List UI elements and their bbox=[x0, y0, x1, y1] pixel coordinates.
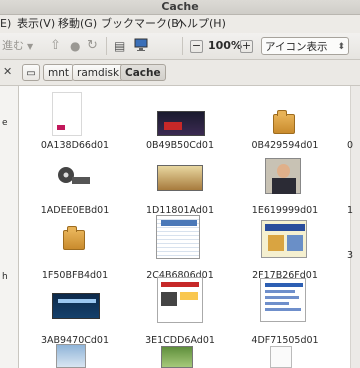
file-item[interactable]: 3E1CDD6Ad01 bbox=[135, 277, 225, 348]
menu-edit[interactable]: E) bbox=[0, 15, 11, 33]
file-item[interactable] bbox=[135, 346, 225, 368]
view-mode-value: アイコン表示 bbox=[265, 41, 328, 53]
file-item[interactable]: 1ADEE0EBd01 bbox=[30, 153, 120, 218]
file-item[interactable]: 0B429594d01 bbox=[240, 88, 330, 153]
crumb-ramdisk[interactable]: ramdisk bbox=[72, 64, 125, 81]
file-name: 1F50BFB4d01 bbox=[41, 270, 109, 281]
computer-icon[interactable] bbox=[134, 38, 148, 54]
crumb-cache[interactable]: Cache bbox=[120, 64, 166, 81]
file-item[interactable] bbox=[30, 344, 120, 368]
file-item[interactable]: 3AB9470Cd01 bbox=[30, 283, 120, 348]
sidebar-item-label[interactable]: e bbox=[2, 118, 8, 128]
file-name: 1E619999d01 bbox=[251, 205, 319, 216]
location-bar: ✕ ▭ mnt ramdisk Cache bbox=[0, 60, 360, 86]
toolbar-separator bbox=[106, 37, 107, 55]
toolbar-separator bbox=[182, 37, 183, 55]
file-item[interactable]: 1F50BFB4d01 bbox=[30, 218, 120, 283]
file-thumbnail bbox=[260, 278, 306, 322]
package-icon bbox=[63, 226, 85, 250]
file-name: 0B49B50Cd01 bbox=[145, 140, 214, 151]
forward-label: 進む bbox=[2, 39, 24, 52]
close-icon[interactable]: ✕ bbox=[3, 65, 12, 78]
file-thumbnail bbox=[161, 346, 193, 368]
sidebar[interactable]: e h bbox=[0, 86, 19, 368]
partial-file-name: 3 bbox=[347, 250, 354, 261]
file-item[interactable]: 1D11801Ad01 bbox=[135, 153, 225, 218]
scrollbar[interactable] bbox=[350, 86, 360, 368]
stop-icon[interactable]: ● bbox=[70, 38, 80, 54]
file-name: 0B429594d01 bbox=[251, 140, 319, 151]
menu-go[interactable]: 移動(G) bbox=[58, 15, 97, 33]
file-thumbnail bbox=[265, 158, 301, 194]
toolbar: 進む ▼ ⇧ ● ↻ ▤ − 100% + アイコン表示 ⬍ bbox=[0, 33, 360, 60]
file-thumbnail bbox=[52, 92, 82, 136]
file-thumbnail bbox=[156, 215, 200, 259]
menu-bar: E) 表示(V) 移動(G) ブックマーク(B) ヘルプ(H) bbox=[0, 15, 360, 33]
zoom-out-icon[interactable]: − bbox=[190, 40, 203, 53]
toggle-path-button[interactable]: ▭ bbox=[22, 64, 40, 81]
file-name: 3E1CDD6Ad01 bbox=[145, 335, 215, 346]
partial-file-name: 0 bbox=[347, 140, 354, 151]
zoom-in-icon[interactable]: + bbox=[240, 40, 253, 53]
zoom-level: 100% bbox=[208, 39, 242, 52]
file-thumbnail bbox=[52, 293, 100, 319]
reload-icon[interactable]: ↻ bbox=[87, 38, 98, 54]
document-icon bbox=[270, 346, 292, 368]
menu-bookmarks[interactable]: ブックマーク(B) bbox=[101, 15, 183, 33]
chevron-down-icon: ▼ bbox=[27, 42, 34, 51]
sidebar-item-label[interactable]: h bbox=[2, 272, 8, 282]
file-item[interactable]: 2F17B26Fd01 bbox=[240, 218, 330, 283]
crumb-mnt[interactable]: mnt bbox=[43, 64, 74, 81]
film-reel-icon bbox=[56, 165, 92, 189]
menu-view[interactable]: 表示(V) bbox=[17, 15, 55, 33]
package-icon bbox=[273, 110, 295, 134]
file-item[interactable]: 2C4B6806d01 bbox=[135, 215, 225, 283]
menu-help[interactable]: ヘルプ(H) bbox=[176, 15, 226, 33]
file-item[interactable] bbox=[240, 346, 330, 368]
file-item[interactable]: 0A138D66d01 bbox=[30, 88, 120, 153]
file-item[interactable]: 0B49B50Cd01 bbox=[135, 88, 225, 153]
combo-arrows-icon: ⬍ bbox=[337, 42, 345, 52]
file-name: 4DF71505d01 bbox=[251, 335, 319, 346]
file-thumbnail bbox=[157, 111, 205, 136]
file-item[interactable]: 4DF71505d01 bbox=[240, 278, 330, 348]
file-name: 1ADEE0EBd01 bbox=[40, 205, 110, 216]
file-item[interactable]: 1E619999d01 bbox=[240, 153, 330, 218]
window-title: Cache bbox=[0, 0, 360, 15]
text-entry-icon: ▭ bbox=[26, 68, 36, 79]
file-thumbnail bbox=[261, 220, 307, 258]
up-arrow-icon[interactable]: ⇧ bbox=[50, 38, 61, 54]
file-thumbnail bbox=[157, 277, 203, 323]
file-thumbnail bbox=[56, 344, 86, 368]
home-folder-icon[interactable]: ▤ bbox=[114, 38, 125, 54]
forward-button[interactable]: 進む ▼ bbox=[2, 38, 33, 54]
partial-file-name: 1 bbox=[347, 205, 354, 216]
view-mode-select[interactable]: アイコン表示 ⬍ bbox=[261, 37, 349, 55]
file-name: 0A138D66d01 bbox=[40, 140, 110, 151]
file-thumbnail bbox=[157, 165, 203, 191]
